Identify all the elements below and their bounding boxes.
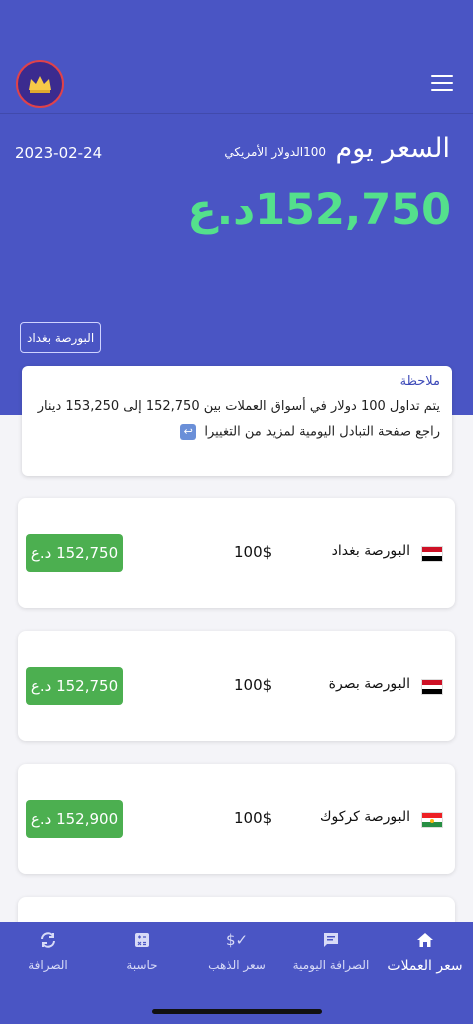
rate-price-badge: 152,900 د.ع <box>26 800 123 838</box>
note-title: ملاحظة <box>399 374 440 389</box>
currency-subtitle: 100الدولار الأمريكي <box>224 145 326 159</box>
rate-name: البورصة بصرة <box>328 676 410 692</box>
nav-exchange[interactable]: الصرافة <box>3 930 93 972</box>
main-price: 152,750د.ع <box>187 185 451 235</box>
rate-amount: 100$ <box>234 676 273 694</box>
topbar-divider <box>0 113 473 114</box>
nav-label: سعر الذهب <box>208 958 266 972</box>
rate-card-baghdad[interactable]: البورصة بغداد 100$ 152,750 د.ع <box>18 498 455 608</box>
note-link-row[interactable]: راجع صفحة التبادل اليومية لمزيد من التغي… <box>34 424 440 440</box>
nav-calculator[interactable]: حاسبة <box>97 930 187 972</box>
note-text: يتم تداول 100 دولار في أسواق العملات بين… <box>37 399 440 414</box>
home-indicator <box>152 1009 322 1014</box>
page-title: السعر يوم <box>335 133 451 164</box>
rate-card-kirkuk[interactable]: البورصة كركوك 100$ 152,900 د.ع <box>18 764 455 874</box>
chat-icon <box>321 930 341 950</box>
iraq-flag-icon <box>421 546 443 562</box>
home-icon <box>415 930 435 950</box>
rate-price-badge: 152,750 د.ع <box>26 534 123 572</box>
note-card: ملاحظة يتم تداول 100 دولار في أسواق العم… <box>22 366 452 476</box>
exchange-selector-button[interactable]: البورصة بغداد <box>20 322 102 353</box>
note-link-text[interactable]: راجع صفحة التبادل اليومية لمزيد من التغي… <box>204 425 440 440</box>
menu-icon[interactable] <box>430 72 454 94</box>
rate-amount: 100$ <box>234 809 273 827</box>
nav-label: سعر العملات <box>387 958 463 974</box>
calculator-icon <box>132 930 152 950</box>
iraq-flag-icon <box>421 679 443 695</box>
return-arrow-icon[interactable]: ↩ <box>180 424 197 440</box>
nav-label: الصرافة اليومية <box>292 958 370 972</box>
rate-amount: 100$ <box>234 543 273 561</box>
nav-label: حاسبة <box>126 958 158 972</box>
refresh-icon <box>38 930 58 950</box>
rate-card-basra[interactable]: البورصة بصرة 100$ 152,750 د.ع <box>18 631 455 741</box>
kurdistan-flag-icon <box>421 812 443 828</box>
nav-label: الصرافة <box>28 958 68 972</box>
rate-name: البورصة كركوك <box>319 809 410 825</box>
rate-price-badge: 152,750 د.ع <box>26 667 123 705</box>
date-label: 2023-02-24 <box>15 144 103 162</box>
nav-currency-rate[interactable]: سعر العملات <box>380 930 470 974</box>
nav-daily-exchange[interactable]: الصرافة اليومية <box>286 930 376 972</box>
dollar-check-icon: $✓ <box>225 931 249 949</box>
rate-name: البورصة بغداد <box>331 543 410 559</box>
crown-icon[interactable] <box>16 60 64 108</box>
nav-gold-price[interactable]: $✓ سعر الذهب <box>192 930 282 972</box>
